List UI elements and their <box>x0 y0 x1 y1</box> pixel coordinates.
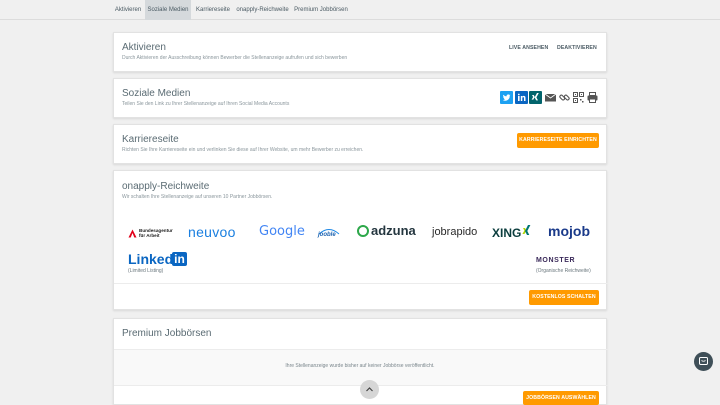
neuvoo-logo: neuvoo <box>188 224 236 240</box>
monster-note: (Organische Reichweite) <box>536 268 591 274</box>
premium-empty-text: Ihre Stellenanzeige wurde bisher auf kei… <box>285 363 435 369</box>
linkedin-text: Linked <box>128 251 174 267</box>
linkedin-icon[interactable] <box>515 91 528 104</box>
tab-onapply-reichweite[interactable]: onapply-Reichweite <box>235 0 290 20</box>
chevron-up-icon <box>366 387 373 392</box>
social-card: Soziale Medien Teilen Sie den Link zu Ih… <box>113 78 607 118</box>
activate-title: Aktivieren <box>122 42 166 53</box>
jooble-text: jooble <box>318 232 336 238</box>
career-subtitle: Richten Sie Ihre Karriereseite ein und v… <box>122 147 364 153</box>
setup-career-page-button[interactable]: KARRIERESEITE EINRICHTEN <box>517 133 599 148</box>
qr-code-icon[interactable] <box>572 91 585 104</box>
social-title: Soziale Medien <box>122 88 191 99</box>
linkedin-note: (Limited Listing) <box>128 268 164 274</box>
email-icon[interactable] <box>544 91 557 104</box>
link-icon[interactable] <box>558 91 571 104</box>
ba-line2: für Arbeit <box>139 233 160 238</box>
tab-soziale-medien[interactable]: Soziale Medien <box>145 0 191 20</box>
chat-button[interactable] <box>694 352 713 371</box>
activate-card: Aktivieren Durch Aktivieren der Ausschre… <box>113 32 607 72</box>
xing-mark-icon <box>522 225 531 235</box>
social-subtitle: Teilen Sie den Link zu Ihrer Stellenanze… <box>122 101 290 107</box>
activate-subtitle: Durch Aktivieren der Ausschreibung könne… <box>122 55 348 61</box>
google-logo: Google <box>259 224 305 239</box>
adzuna-circle-icon <box>357 225 369 237</box>
xing-icon[interactable] <box>529 91 542 104</box>
linkedin-in-badge: in <box>172 252 187 266</box>
reach-card: onapply-Reichweite Wir schalten Ihre Ste… <box>113 170 608 310</box>
adzuna-text: adzuna <box>371 223 416 238</box>
jobrapido-logo: jobrapido <box>432 226 478 238</box>
deactivate-button[interactable]: DEAKTIVIEREN <box>557 45 597 51</box>
reach-title: onapply-Reichweite <box>122 181 210 192</box>
twitter-icon[interactable] <box>500 91 513 104</box>
publish-free-button[interactable]: KOSTENLOS SCHALTEN <box>529 290 599 305</box>
premium-title: Premium Jobbörsen <box>122 328 212 339</box>
career-card: Karriereseite Richten Sie Ihre Karrieres… <box>113 124 607 164</box>
xing-text: XING <box>492 226 522 240</box>
tab-karriereseite[interactable]: Karriereseite <box>194 0 232 20</box>
ba-mark-icon <box>128 229 137 238</box>
tab-aktivieren[interactable]: Aktivieren <box>112 0 144 20</box>
tab-premium-jobboersen[interactable]: Premium Jobbörsen <box>292 0 350 20</box>
career-title: Karriereseite <box>122 134 179 145</box>
monster-logo: MONSTER <box>536 257 576 264</box>
chat-icon <box>699 357 708 365</box>
tab-bar: Aktivieren Soziale Medien Karriereseite … <box>0 0 720 20</box>
reach-divider <box>114 283 608 284</box>
print-icon[interactable] <box>586 91 599 104</box>
scroll-up-button[interactable] <box>360 380 379 399</box>
live-view-button[interactable]: LIVE ANSEHEN <box>509 45 548 51</box>
mojob-logo: mojob <box>548 223 590 239</box>
reach-subtitle: Wir schalten Ihre Stellenanzeige auf uns… <box>122 194 273 200</box>
select-jobboards-button[interactable]: JOBBÖRSEN AUSWÄHLEN <box>523 391 599 405</box>
